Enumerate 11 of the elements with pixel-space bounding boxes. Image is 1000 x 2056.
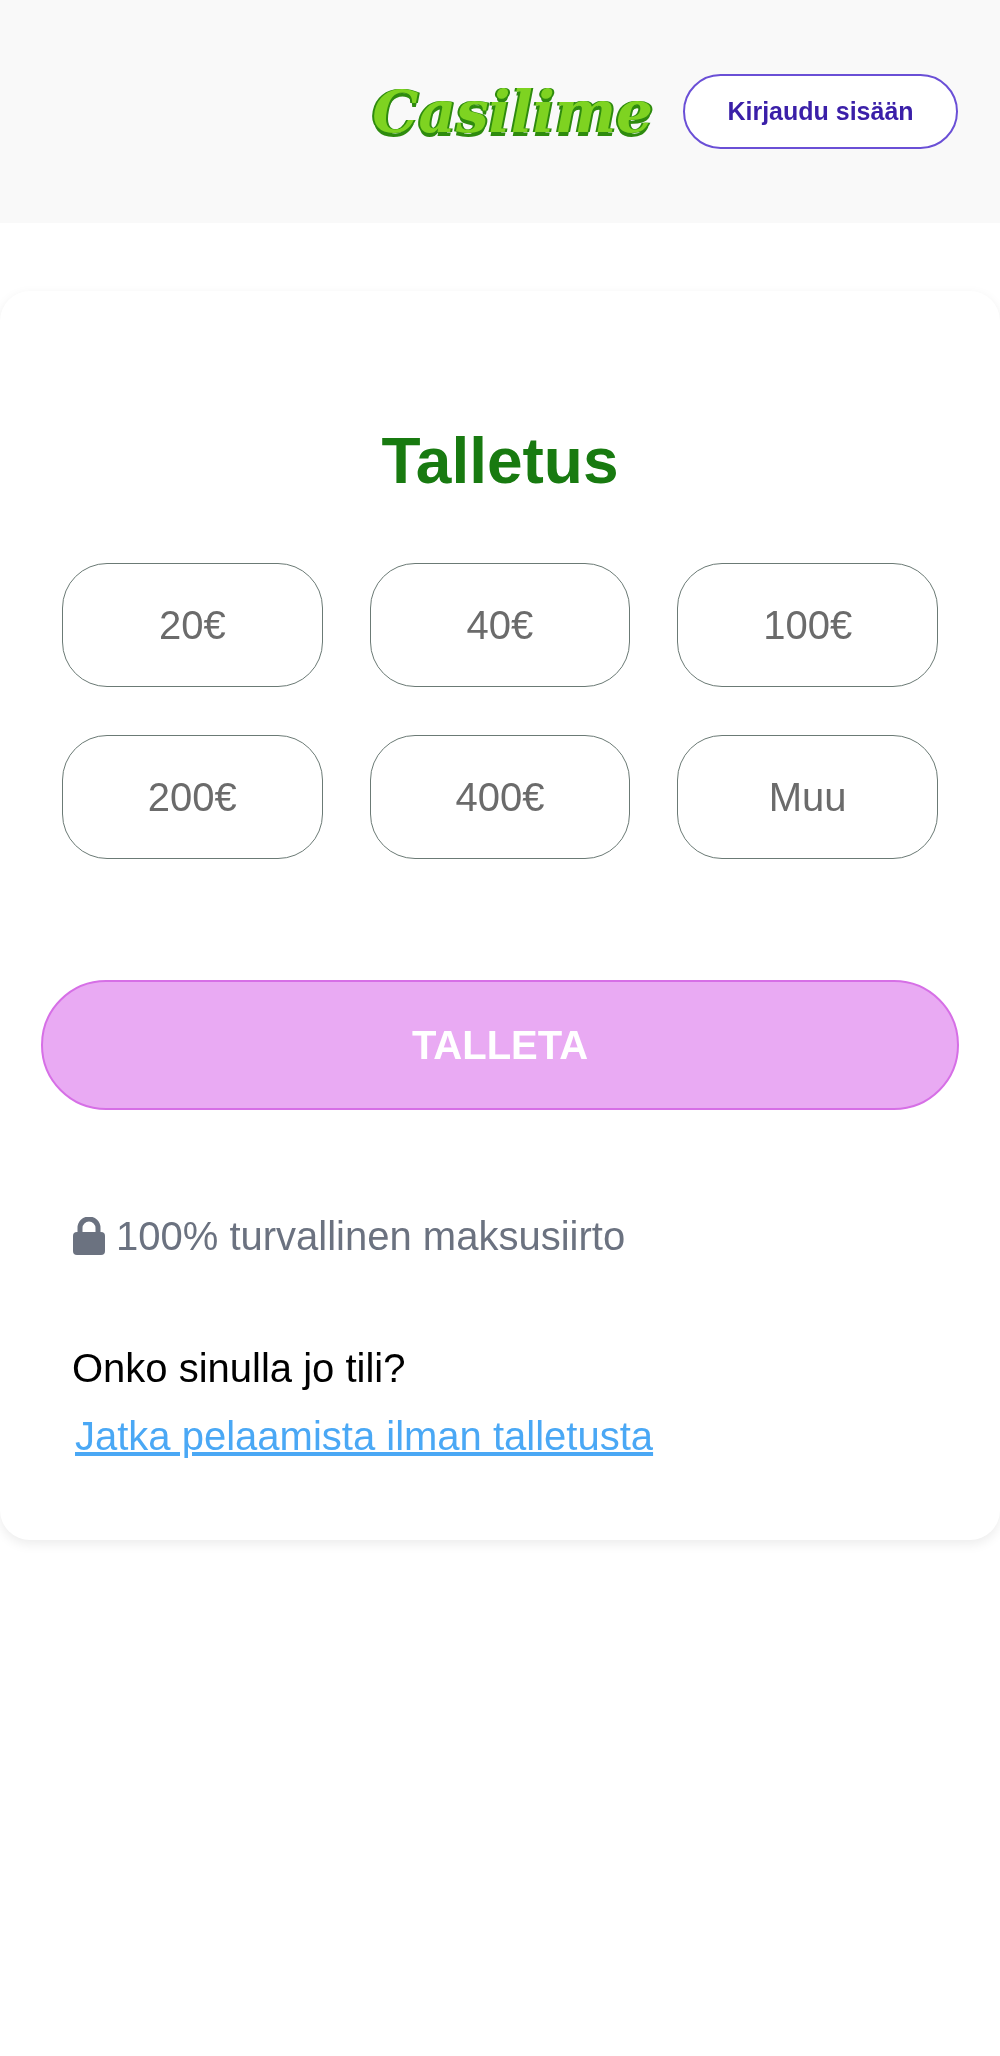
amount-button[interactable]: Muu bbox=[677, 735, 938, 859]
amount-button[interactable]: 20€ bbox=[62, 563, 323, 687]
lock-icon bbox=[72, 1217, 106, 1255]
amount-button[interactable]: 100€ bbox=[677, 563, 938, 687]
account-question: Onko sinulla jo tili? bbox=[71, 1345, 407, 1392]
deposit-title: Talletus bbox=[380, 424, 620, 499]
security-note: 100% turvallinen maksusiirto bbox=[116, 1213, 626, 1260]
amount-button[interactable]: 200€ bbox=[62, 735, 323, 859]
amount-button[interactable]: 400€ bbox=[369, 735, 631, 859]
login-button[interactable]: Kirjaudu sisään bbox=[683, 74, 958, 149]
amount-button[interactable]: 40€ bbox=[369, 563, 631, 687]
